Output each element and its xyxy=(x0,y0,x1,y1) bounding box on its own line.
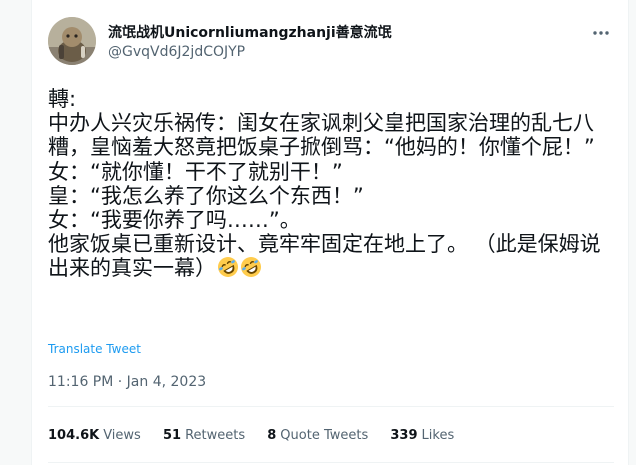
avatar[interactable] xyxy=(48,17,96,65)
more-options-button[interactable] xyxy=(588,20,614,46)
quote-tweets-count: 8 xyxy=(267,428,277,443)
quote-tweets-label: Quote Tweets xyxy=(280,428,369,443)
tweet-timestamp[interactable]: 11:16 PM · Jan 4, 2023 xyxy=(48,374,206,390)
divider xyxy=(48,462,614,463)
translate-tweet-link[interactable]: Translate Tweet xyxy=(48,342,141,356)
likes-stat[interactable]: 339 Likes xyxy=(390,428,454,443)
author-handle[interactable]: @GvqVd6J2jdCOJYP xyxy=(108,44,245,60)
more-icon xyxy=(593,31,609,35)
tweet-line: 女：“就你懂！干不了就别干！” xyxy=(48,159,343,184)
retweets-label: Retweets xyxy=(185,428,246,443)
author-display-name[interactable]: 流氓战机Unicornliumangzhanji善意流氓 xyxy=(108,22,392,42)
tweet-line: 中办人兴灾乐祸传：闺女在家讽刺父皇把国家治理的乱七八糟，皇恼羞大怒竟把饭桌子掀倒… xyxy=(48,111,595,160)
tweet-line: 女：“我要你养了吗……”。 xyxy=(48,208,301,233)
divider xyxy=(48,406,614,407)
quote-tweets-stat[interactable]: 8 Quote Tweets xyxy=(267,428,368,443)
tweet-stats: 104.6K Views 51 Retweets 8 Quote Tweets 339… xyxy=(48,428,472,443)
tweet-text: 轉: 中办人兴灾乐祸传：闺女在家讽刺父皇把国家治理的乱七八糟，皇恼羞大怒竟把饭桌… xyxy=(48,87,608,281)
likes-count: 339 xyxy=(390,428,418,443)
avatar-image xyxy=(48,17,96,65)
rolling-on-floor-laughing-icon xyxy=(241,257,261,278)
tweet-card: 流氓战机Unicornliumangzhanji善意流氓 @GvqVd6J2jd… xyxy=(31,0,629,465)
rolling-on-floor-laughing-icon xyxy=(218,257,238,278)
tweet-line: 他家饭桌已重新设计、竟牢牢固定在地上了。 （此是保姆说出来的真实一幕） xyxy=(48,232,601,281)
tweet-line: 轉: xyxy=(48,87,77,111)
likes-label: Likes xyxy=(421,428,455,443)
views-label: Views xyxy=(103,428,141,443)
views-count: 104.6K xyxy=(48,428,100,443)
retweets-count: 51 xyxy=(162,428,182,443)
views-stat[interactable]: 104.6K Views xyxy=(48,428,141,443)
tweet-line: 皇：“我怎么养了你这么个东西！” xyxy=(48,183,364,208)
retweets-stat[interactable]: 51 Retweets xyxy=(163,428,245,443)
